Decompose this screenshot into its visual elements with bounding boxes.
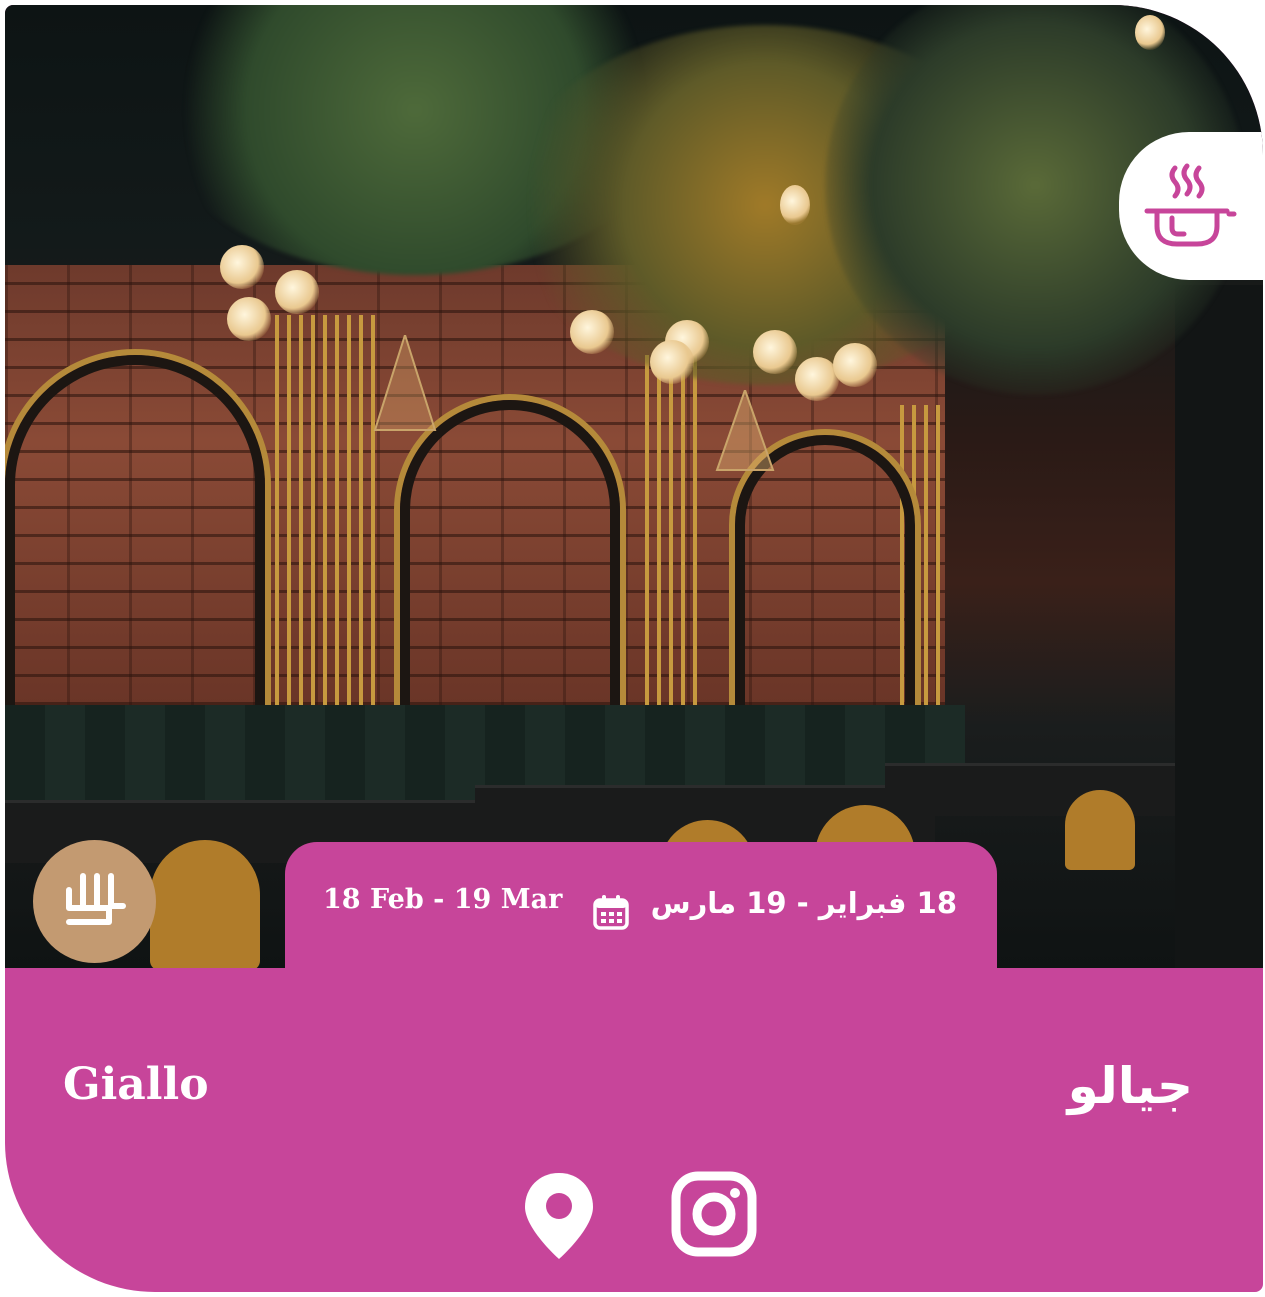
chair — [1065, 790, 1135, 870]
lamp — [220, 245, 264, 289]
instagram-button[interactable] — [671, 1171, 757, 1257]
lamp — [780, 185, 810, 225]
date-tab: 18 Feb - 19 Mar 18 فبراير - 19 مارس — [285, 842, 997, 982]
table — [885, 763, 1185, 816]
brand-logo — [33, 840, 156, 963]
wall-arch — [5, 355, 265, 705]
food-pot-icon — [1144, 163, 1236, 247]
lamp — [833, 343, 877, 387]
date-range-en: 18 Feb - 19 Mar — [323, 884, 563, 915]
lamp — [227, 297, 271, 341]
lamp — [275, 270, 319, 314]
instagram-icon — [671, 1171, 757, 1257]
restaurant-name-ar: جيالو — [1067, 1057, 1193, 1115]
location-button[interactable] — [522, 1171, 596, 1261]
date-range-ar: 18 فبراير - 19 مارس — [650, 886, 957, 920]
calendar-icon — [593, 895, 629, 930]
restaurant-photo — [5, 5, 1263, 968]
lamp — [570, 310, 614, 354]
lamp — [1135, 15, 1165, 50]
decor-pipes — [275, 315, 375, 705]
wall-arch — [400, 400, 620, 710]
category-badge — [1119, 132, 1263, 280]
brand-monogram-icon — [65, 872, 126, 925]
decor-pipes — [645, 355, 705, 705]
lamp — [650, 340, 694, 384]
event-card: 18 Feb - 19 Mar 18 فبراير - 19 مارس Gial… — [5, 5, 1263, 1292]
pendant-lamp — [715, 390, 775, 471]
pendant-lamp — [373, 335, 437, 431]
tree-trunk — [1175, 285, 1263, 968]
location-pin-icon — [525, 1173, 593, 1259]
restaurant-name-en: Giallo — [63, 1059, 209, 1110]
chair — [150, 840, 260, 968]
lamp — [753, 330, 797, 374]
